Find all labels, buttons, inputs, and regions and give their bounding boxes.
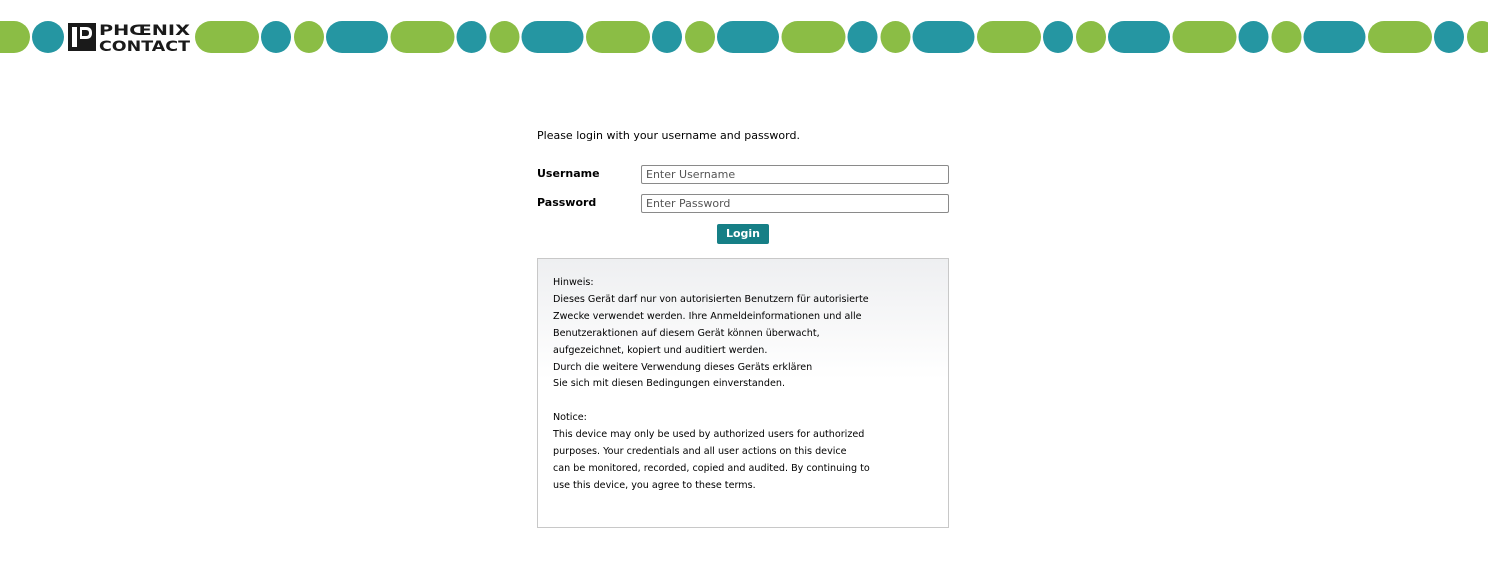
banner-pill [912, 21, 975, 53]
banner-pill [0, 21, 30, 53]
legal-notice: Hinweis: Dieses Gerät darf nur von autor… [537, 258, 949, 528]
banner-pill [32, 21, 64, 53]
banner-pill [1172, 21, 1237, 53]
password-input[interactable] [641, 194, 949, 213]
login-panel: Please login with your username and pass… [537, 128, 949, 528]
phoenix-contact-logo: PHŒNIX CONTACT [66, 21, 192, 54]
banner-pill [1368, 21, 1432, 53]
username-input[interactable] [641, 165, 949, 184]
login-button[interactable]: Login [716, 224, 770, 244]
banner-pill [1434, 21, 1464, 53]
username-label: Username [537, 167, 600, 180]
password-label: Password [537, 196, 597, 209]
login-instructions: Please login with your username and pass… [537, 129, 800, 142]
banner-pill [586, 21, 650, 53]
svg-text:PHŒNIX: PHŒNIX [99, 23, 190, 39]
banner-pill [261, 21, 291, 53]
banner-pill [1467, 21, 1488, 53]
brand-banner: PHŒNIX CONTACT [0, 20, 1488, 54]
username-row: Username [537, 161, 949, 190]
password-row: Password [537, 190, 949, 219]
banner-pill [685, 21, 715, 53]
banner-pill [977, 21, 1041, 53]
banner-pill [652, 21, 682, 53]
banner-pill [456, 21, 487, 53]
banner-pill [880, 21, 911, 53]
banner-pill [847, 21, 878, 53]
banner-pill [1238, 21, 1269, 53]
banner-pill [390, 21, 455, 53]
banner-pill [195, 21, 259, 53]
banner-pill [1303, 21, 1366, 53]
banner-pill [294, 21, 324, 53]
banner-pill [717, 21, 779, 53]
banner-pill [326, 21, 388, 53]
banner-pill [781, 21, 846, 53]
banner-pill [1076, 21, 1106, 53]
banner-pill [521, 21, 584, 53]
banner-pill [489, 21, 520, 53]
svg-text:CONTACT: CONTACT [99, 39, 191, 54]
banner-pill [1043, 21, 1073, 53]
login-button-container: Login [537, 222, 949, 244]
banner-pill [1108, 21, 1170, 53]
banner-pill [1271, 21, 1302, 53]
